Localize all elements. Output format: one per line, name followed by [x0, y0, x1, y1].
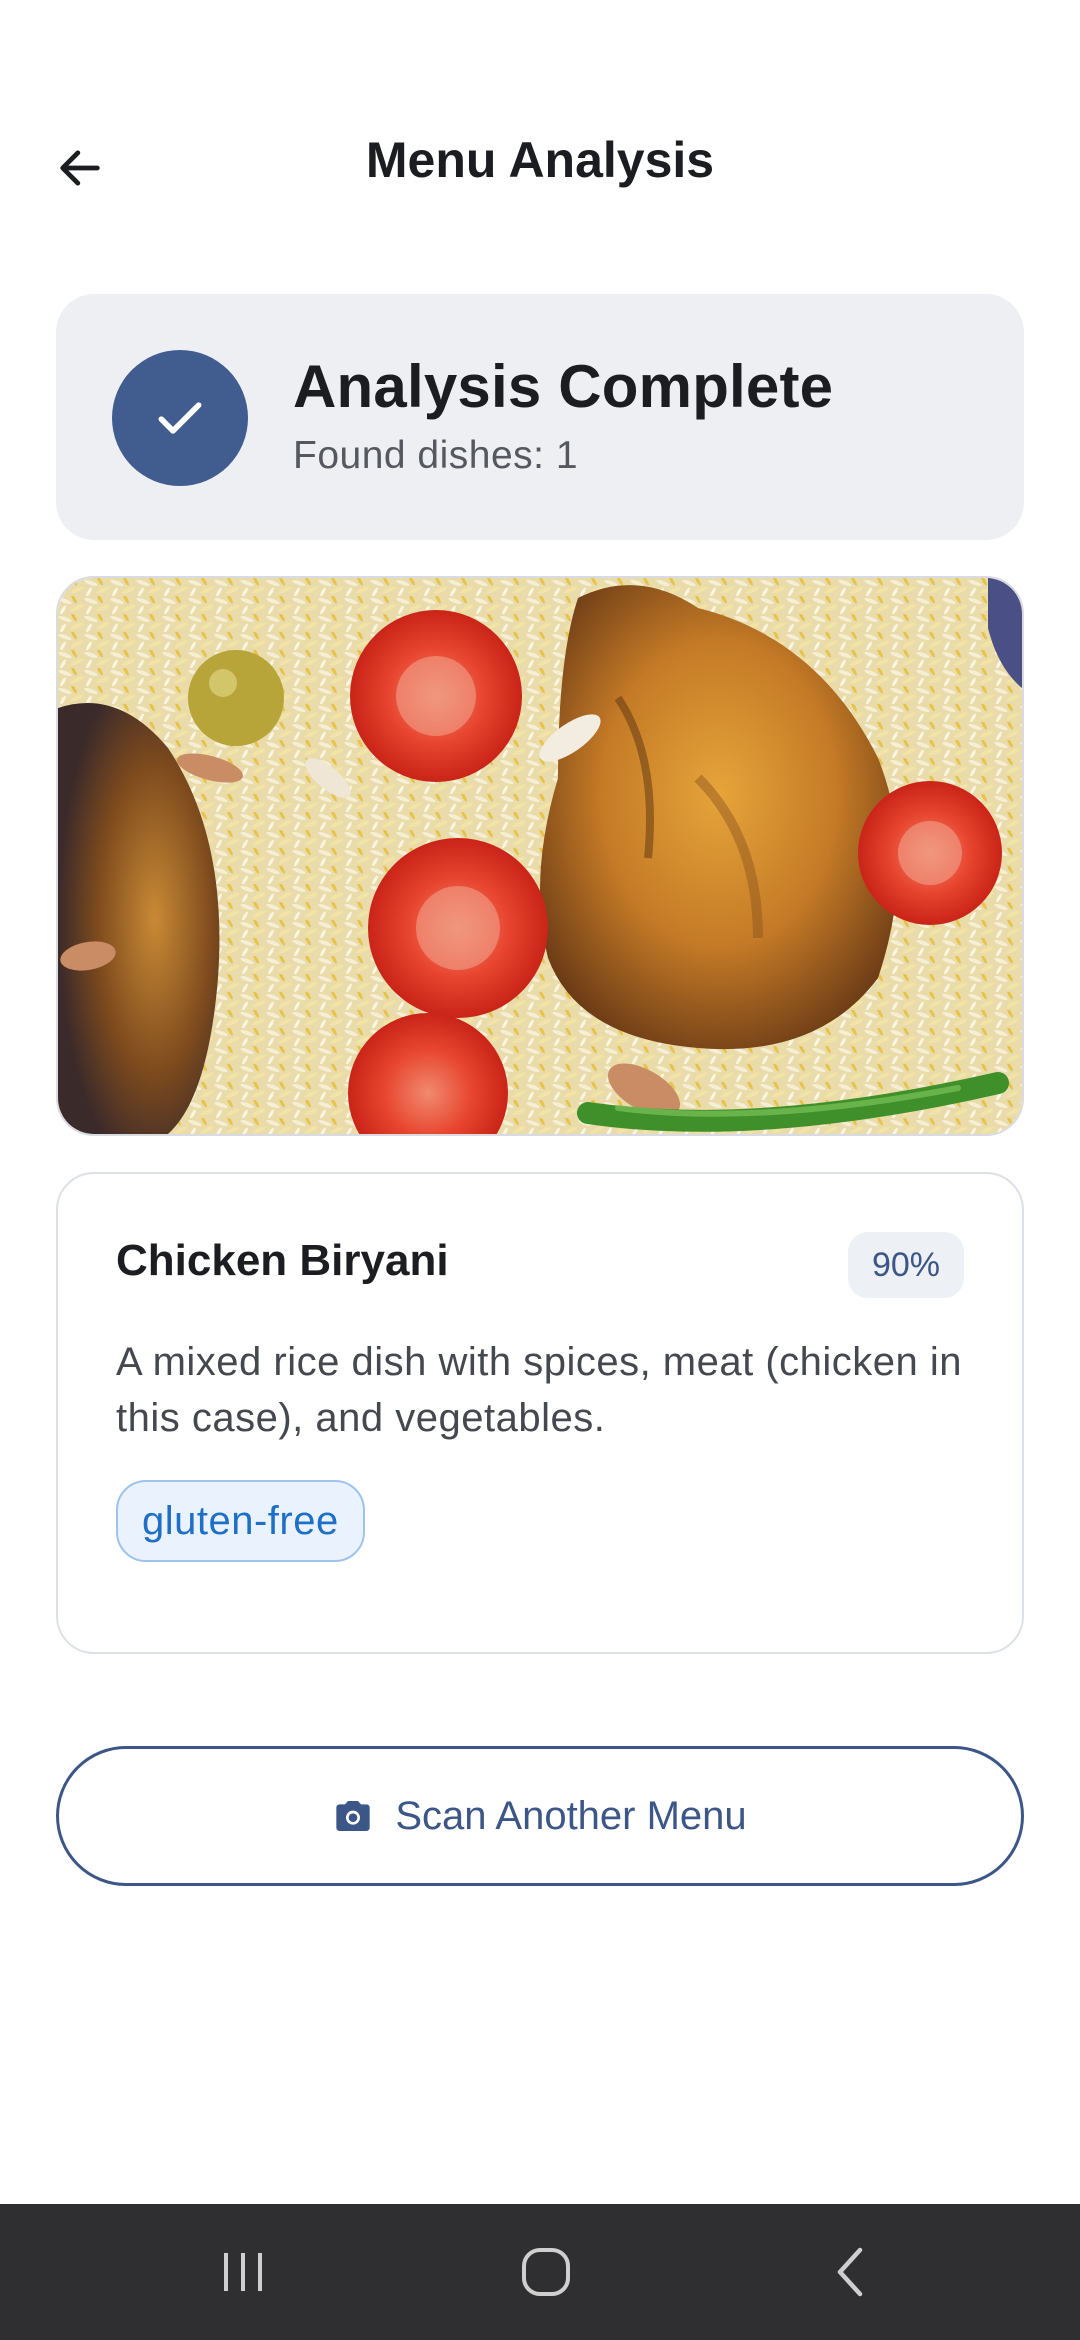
confidence-badge: 90% — [847, 1232, 964, 1298]
camera-icon — [336, 1801, 370, 1831]
dietary-tag: gluten-free — [116, 1480, 365, 1562]
app-header: Menu Analysis — [0, 110, 1080, 210]
scan-another-menu-button[interactable]: Scan Another Menu — [56, 1746, 1024, 1886]
found-dishes-count: Found dishes: 1 — [293, 434, 579, 477]
system-nav-bar — [0, 2204, 1080, 2340]
page-title: Menu Analysis — [365, 132, 715, 188]
scan-button-label: Scan Another Menu — [395, 1793, 747, 1838]
dish-photo — [56, 576, 1024, 1136]
dish-name: Chicken Biryani — [116, 1236, 449, 1285]
recents-button[interactable] — [193, 2232, 293, 2312]
check-icon — [158, 402, 202, 434]
home-icon — [522, 2248, 570, 2296]
dish-description: A mixed rice dish with spices, meat (chi… — [116, 1340, 963, 1440]
dish-card[interactable]: Chicken Biryani 90% A mixed rice dish wi… — [56, 1172, 1024, 1654]
recents-icon — [224, 2253, 262, 2291]
home-button[interactable] — [496, 2232, 596, 2312]
status-check-badge — [112, 350, 248, 486]
analysis-status-card: Analysis Complete Found dishes: 1 — [56, 294, 1024, 540]
nav-back-icon — [837, 2247, 863, 2297]
status-title: Analysis Complete — [293, 353, 834, 420]
nav-back-button[interactable] — [800, 2232, 900, 2312]
